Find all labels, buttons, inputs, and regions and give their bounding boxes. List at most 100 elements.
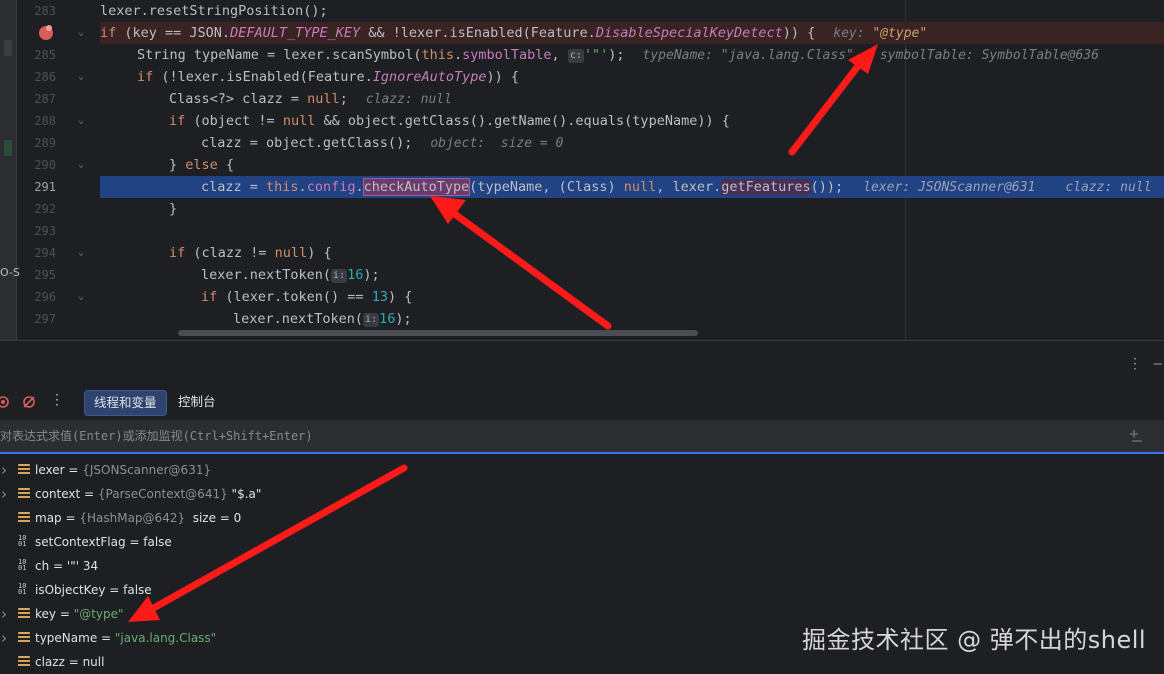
horizontal-scrollbar[interactable] <box>178 330 698 336</box>
expand-chevron-icon[interactable]: › <box>1 482 7 506</box>
variable-separator: = <box>64 463 83 477</box>
fold-chevron-icon[interactable]: ⌄ <box>78 154 84 176</box>
code-line[interactable]: if (!lexer.isEnabled(Feature.IgnoreAutoT… <box>100 66 1164 88</box>
tool-strip-tab[interactable] <box>4 40 12 56</box>
variable-value: "@type" <box>73 607 124 621</box>
variable-reference: {ParseContext@641} <box>97 487 232 501</box>
fold-chevron-icon[interactable]: ⌄ <box>78 66 84 88</box>
code-text: , lexer. <box>656 179 722 195</box>
code-line[interactable]: lexer.nextToken(i: 16); <box>100 308 1164 330</box>
code-line[interactable]: } else { <box>100 154 1164 176</box>
variable-row[interactable]: 10 01 ch = '"' 34 <box>0 554 1164 578</box>
variable-name: isObjectKey <box>35 583 106 597</box>
code-line[interactable]: } <box>100 198 1164 220</box>
primitive-field-icon: 10 01 <box>18 558 27 572</box>
gutter-line[interactable]: 296 ⌄ <box>18 286 96 308</box>
code-line[interactable]: if (clazz != null) { <box>100 242 1164 264</box>
code-line[interactable]: lexer.nextToken(i: 16); <box>100 264 1164 286</box>
code-line[interactable]: clazz = object.getClass(); object: size =… <box>100 132 1164 154</box>
gutter-line[interactable]: 289 <box>18 132 96 154</box>
variable-text: context = {ParseContext@641} "$.a" <box>35 482 261 506</box>
variable-row[interactable]: › lexer = {JSONScanner@631} <box>0 458 1164 482</box>
code-text: (clazz != <box>185 245 275 261</box>
gutter-line[interactable]: 291 <box>18 176 96 198</box>
gutter-line[interactable]: 283 <box>18 0 96 22</box>
code-text: , <box>551 47 568 63</box>
line-number-gutter[interactable]: 283 ⌄ 285 286 ⌄ 287 288 ⌄ 289 290 ⌄ 291 292 293 294 ⌄ 29… <box>18 0 96 340</box>
code-text: lexer.resetStringPosition(); <box>100 3 328 19</box>
inline-hint-value: "@type" <box>872 26 928 41</box>
param-hint-badge: i: <box>363 313 380 327</box>
variable-value: size = 0 <box>188 511 242 525</box>
gutter-line[interactable]: 287 <box>18 88 96 110</box>
gutter-line[interactable]: 290 ⌄ <box>18 154 96 176</box>
expand-chevron-icon[interactable]: › <box>1 458 7 482</box>
line-number: 288 <box>34 114 56 128</box>
variable-separator: = <box>56 607 74 621</box>
variable-row[interactable]: map = {HashMap@642} size = 0 <box>0 506 1164 530</box>
fold-chevron-icon[interactable]: ⌄ <box>78 242 84 264</box>
toolbar-more-icon[interactable]: ⋮ <box>50 392 64 408</box>
variable-row[interactable]: › context = {ParseContext@641} "$.a" <box>0 482 1164 506</box>
code-text: (typeName, (Class) <box>469 179 624 195</box>
variable-name: map <box>35 511 62 525</box>
line-number: 287 <box>34 92 56 106</box>
variable-row[interactable]: 10 01 setContextFlag = false <box>0 530 1164 554</box>
code-line[interactable]: String typeName = lexer.scanSymbol(this.… <box>100 44 1164 66</box>
view-breakpoints-icon[interactable] <box>0 395 10 409</box>
variable-separator: = <box>105 583 124 597</box>
fold-chevron-icon[interactable]: ⌄ <box>78 110 84 132</box>
fold-chevron-icon[interactable]: ⌄ <box>78 286 84 308</box>
number-literal: 16 <box>379 311 396 327</box>
object-field-icon <box>18 512 30 524</box>
tab-threads-and-variables[interactable]: 线程和变量 <box>84 390 167 416</box>
line-number: 286 <box>34 70 56 84</box>
panel-divider[interactable] <box>0 340 1164 341</box>
expand-chevron-icon[interactable]: › <box>1 626 7 650</box>
code-editor[interactable]: O-S 283 ⌄ 285 286 ⌄ 287 288 ⌄ 289 290 ⌄ 291 292 293 29… <box>0 0 1164 340</box>
gutter-line[interactable]: 294 ⌄ <box>18 242 96 264</box>
code-line[interactable]: Class<?> clazz = null; clazz: null <box>100 88 1164 110</box>
code-text: ); <box>395 311 412 327</box>
code-text: ); <box>608 47 625 63</box>
breakpoint-icon[interactable] <box>39 25 53 40</box>
string-literal: '"' <box>583 47 609 63</box>
variable-row[interactable]: 10 01 isObjectKey = false <box>0 578 1164 602</box>
variable-text: ch = '"' 34 <box>35 554 98 578</box>
code-line[interactable]: if (object != null && object.getClass().… <box>100 110 1164 132</box>
code-text: (key == JSON. <box>116 25 231 41</box>
add-watch-icon[interactable] <box>1128 428 1144 444</box>
gutter-line[interactable]: 285 <box>18 44 96 66</box>
gutter-line[interactable]: 286 ⌄ <box>18 66 96 88</box>
mute-breakpoints-icon[interactable] <box>22 395 36 409</box>
line-number: 290 <box>34 158 56 172</box>
fold-chevron-icon[interactable]: ⌄ <box>78 22 84 44</box>
gutter-line[interactable]: ⌄ <box>18 22 96 44</box>
keyword: null <box>282 113 316 129</box>
code-text: && object.getClass().getName().equals(ty… <box>315 113 730 129</box>
more-options-icon[interactable]: ⋮ <box>1128 356 1142 372</box>
tool-strip-tab[interactable] <box>4 140 12 156</box>
code-line[interactable]: if (lexer.token() == 13) { <box>100 286 1164 308</box>
gutter-line[interactable]: 295 <box>18 264 96 286</box>
object-field-icon <box>18 464 30 476</box>
highlighted-method-call[interactable]: checkAutoType <box>362 178 471 196</box>
gutter-line[interactable]: 288 ⌄ <box>18 110 96 132</box>
code-text: ) { <box>307 245 332 261</box>
variable-separator: = <box>80 487 98 501</box>
evaluate-expression-input[interactable] <box>0 420 1100 452</box>
expand-chevron-icon[interactable]: › <box>1 602 7 626</box>
code-line-breakpoint[interactable]: if (key == JSON.DEFAULT_TYPE_KEY && !lex… <box>100 22 1164 44</box>
variable-name: ch <box>35 559 50 573</box>
tab-console[interactable]: 控制台 <box>170 390 224 414</box>
code-line-current-execution[interactable]: clazz = this.config.checkAutoType(typeNa… <box>100 176 1164 198</box>
code-area[interactable]: lexer.resetStringPosition(); if (key == … <box>100 0 1164 340</box>
gutter-line[interactable]: 293 <box>18 220 96 242</box>
inline-hint-label: key: <box>833 26 873 41</box>
minimize-icon[interactable]: — <box>1154 356 1162 372</box>
code-line[interactable]: lexer.resetStringPosition(); <box>100 0 1164 22</box>
gutter-line[interactable]: 292 <box>18 198 96 220</box>
gutter-line[interactable]: 297 <box>18 308 96 330</box>
code-text: lexer.nextToken( <box>233 311 364 327</box>
keyword: this <box>266 179 299 195</box>
